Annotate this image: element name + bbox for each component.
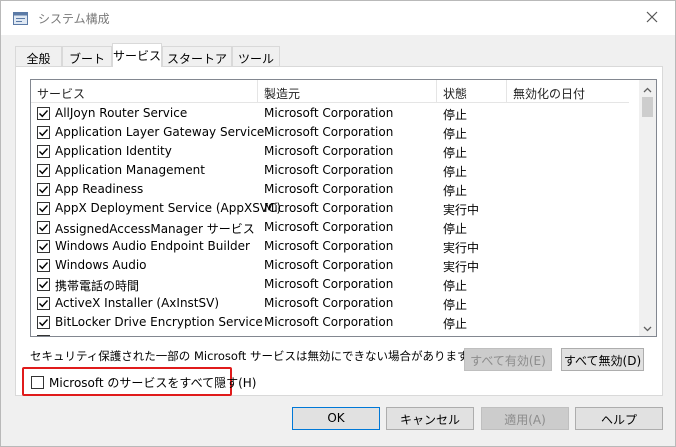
- service-name: Windows Audio Endpoint Builder: [55, 239, 250, 253]
- service-status: 停止: [443, 108, 468, 122]
- service-name: ActiveX Installer (AxInstSV): [55, 296, 220, 310]
- service-checkbox[interactable]: [37, 240, 50, 253]
- tab-boot[interactable]: ブート: [62, 46, 112, 67]
- table-row[interactable]: 携帯電話の時間 Microsoft Corporation 停止: [31, 275, 629, 294]
- service-status: 停止: [443, 184, 468, 198]
- service-manufacturer: Microsoft Corporation: [264, 182, 394, 196]
- table-row[interactable]: AppX Deployment Service (AppXSVC) Microso…: [31, 199, 629, 218]
- service-name: AppX Deployment Service (AppXSVC): [55, 201, 282, 215]
- service-name: AssignedAccessManager サービス: [55, 222, 255, 236]
- column-header-status[interactable]: 状態: [437, 80, 507, 103]
- service-manufacturer: Microsoft Corporation: [264, 106, 394, 120]
- service-name: Application Management: [55, 163, 205, 177]
- table-row[interactable]: Windows Audio Microsoft Corporation 実行中: [31, 256, 629, 275]
- service-status: 停止: [443, 146, 468, 160]
- service-name: App Readiness: [55, 182, 144, 196]
- window-title: システム構成: [38, 12, 110, 26]
- table-row[interactable]: AllJoyn Router Service Microsoft Corporat…: [31, 104, 629, 123]
- table-row[interactable]: AssignedAccessManager サービス Microsoft Corp…: [31, 218, 629, 237]
- service-name: Windows Audio: [55, 258, 147, 272]
- service-status: 停止: [443, 165, 468, 179]
- service-name: AllJoyn Router Service: [55, 106, 188, 120]
- disable-all-button[interactable]: すべて無効(D): [561, 348, 644, 371]
- service-status: 実行中: [443, 241, 480, 255]
- service-checkbox[interactable]: [37, 297, 50, 310]
- service-checkbox[interactable]: [37, 183, 50, 196]
- table-row[interactable]: Application Identity Microsoft Corporatio…: [31, 142, 629, 161]
- hide-microsoft-services-checkbox[interactable]: [31, 376, 44, 389]
- services-list[interactable]: サービス 製造元 状態 無効化の日付 AllJoyn Router Servic…: [30, 79, 657, 337]
- help-button[interactable]: ヘルプ: [575, 407, 663, 430]
- service-checkbox[interactable]: [37, 278, 50, 291]
- table-row[interactable]: BitLocker Drive Encryption Service Micros…: [31, 313, 629, 332]
- service-manufacturer: Microsoft Corporation: [264, 258, 394, 272]
- hide-microsoft-services-label[interactable]: Microsoft のサービスをすべて隠す(H): [49, 374, 257, 391]
- column-header-manufacturer[interactable]: 製造元: [258, 80, 437, 103]
- service-checkbox[interactable]: [37, 107, 50, 120]
- service-status: 停止: [443, 127, 468, 141]
- apply-button[interactable]: 適用(A): [481, 407, 569, 430]
- table-row[interactable]: Application Layer Gateway Service Microso…: [31, 123, 629, 142]
- close-icon: [646, 11, 658, 26]
- service-checkbox[interactable]: [37, 145, 50, 158]
- service-manufacturer: Microsoft Corporation: [264, 277, 394, 291]
- table-row[interactable]: App Readiness Microsoft Corporation 停止: [31, 180, 629, 199]
- service-status: 停止: [443, 222, 468, 236]
- table-row[interactable]: Windows Audio Endpoint Builder Microsoft …: [31, 237, 629, 256]
- service-checkbox[interactable]: [37, 221, 50, 234]
- tab-general[interactable]: 全般: [15, 46, 62, 67]
- chevron-up-icon: [643, 82, 652, 96]
- service-status: 実行中: [443, 203, 480, 217]
- service-manufacturer: Microsoft Corporation: [264, 163, 394, 177]
- column-header-disabled-date[interactable]: 無効化の日付: [507, 80, 629, 103]
- service-name: 携帯電話の時間: [55, 279, 140, 293]
- service-checkbox[interactable]: [37, 126, 50, 139]
- hide-microsoft-services-highlight: Microsoft のサービスをすべて隠す(H): [22, 367, 257, 396]
- table-row[interactable]: ActiveX Installer (AxInstSV) Microsoft Co…: [31, 294, 629, 313]
- service-checkbox[interactable]: [37, 259, 50, 272]
- tab-services[interactable]: サービス: [112, 43, 162, 67]
- protected-services-notice: セキュリティ保護された一部の Microsoft サービスは無効にできない場合が…: [30, 349, 479, 363]
- close-button[interactable]: [629, 1, 675, 35]
- service-checkbox[interactable]: [37, 316, 50, 329]
- service-manufacturer: Microsoft Corporation: [264, 125, 394, 139]
- service-manufacturer: Microsoft Corporation: [264, 239, 394, 253]
- service-manufacturer: Microsoft Corporation: [264, 315, 394, 329]
- cancel-button[interactable]: キャンセル: [386, 407, 474, 430]
- scroll-up-button[interactable]: [639, 80, 656, 97]
- tab-tools[interactable]: ツール: [232, 46, 280, 67]
- service-manufacturer: Microsoft Corporation: [264, 201, 394, 215]
- system-config-icon: [13, 12, 28, 25]
- scroll-thumb[interactable]: [642, 97, 653, 117]
- tab-startup[interactable]: スタートアップ: [162, 46, 232, 83]
- service-status: 停止: [443, 317, 468, 331]
- service-checkbox[interactable]: [37, 202, 50, 215]
- scroll-down-button[interactable]: [639, 319, 656, 336]
- service-status: 停止: [443, 298, 468, 312]
- vertical-scrollbar[interactable]: [639, 80, 656, 336]
- service-name: BitLocker Drive Encryption Service: [55, 315, 263, 329]
- service-manufacturer: Microsoft Corporation: [264, 296, 394, 310]
- service-status: 実行中: [443, 260, 480, 274]
- service-checkbox[interactable]: [37, 335, 50, 336]
- service-checkbox[interactable]: [37, 164, 50, 177]
- title-bar: システム構成: [1, 1, 675, 35]
- service-status: 停止: [443, 279, 468, 293]
- ok-button[interactable]: OK: [292, 407, 380, 430]
- service-name: Application Layer Gateway Service: [55, 125, 265, 139]
- column-header-service[interactable]: サービス: [31, 80, 258, 103]
- service-name: Application Identity: [55, 144, 172, 158]
- list-header: サービス 製造元 状態 無効化の日付: [31, 80, 629, 103]
- system-configuration-window: システム構成 全般 ブート サービス スタートアップ ツール サービス 製造元 …: [0, 0, 676, 447]
- service-manufacturer: Microsoft Corporation: [264, 220, 394, 234]
- table-row[interactable]: [31, 332, 629, 336]
- services-panel: サービス 製造元 状態 無効化の日付 AllJoyn Router Servic…: [15, 66, 663, 396]
- table-row[interactable]: Application Management Microsoft Corporat…: [31, 161, 629, 180]
- chevron-down-icon: [643, 321, 652, 335]
- enable-all-button[interactable]: すべて有効(E): [464, 348, 552, 371]
- service-manufacturer: Microsoft Corporation: [264, 144, 394, 158]
